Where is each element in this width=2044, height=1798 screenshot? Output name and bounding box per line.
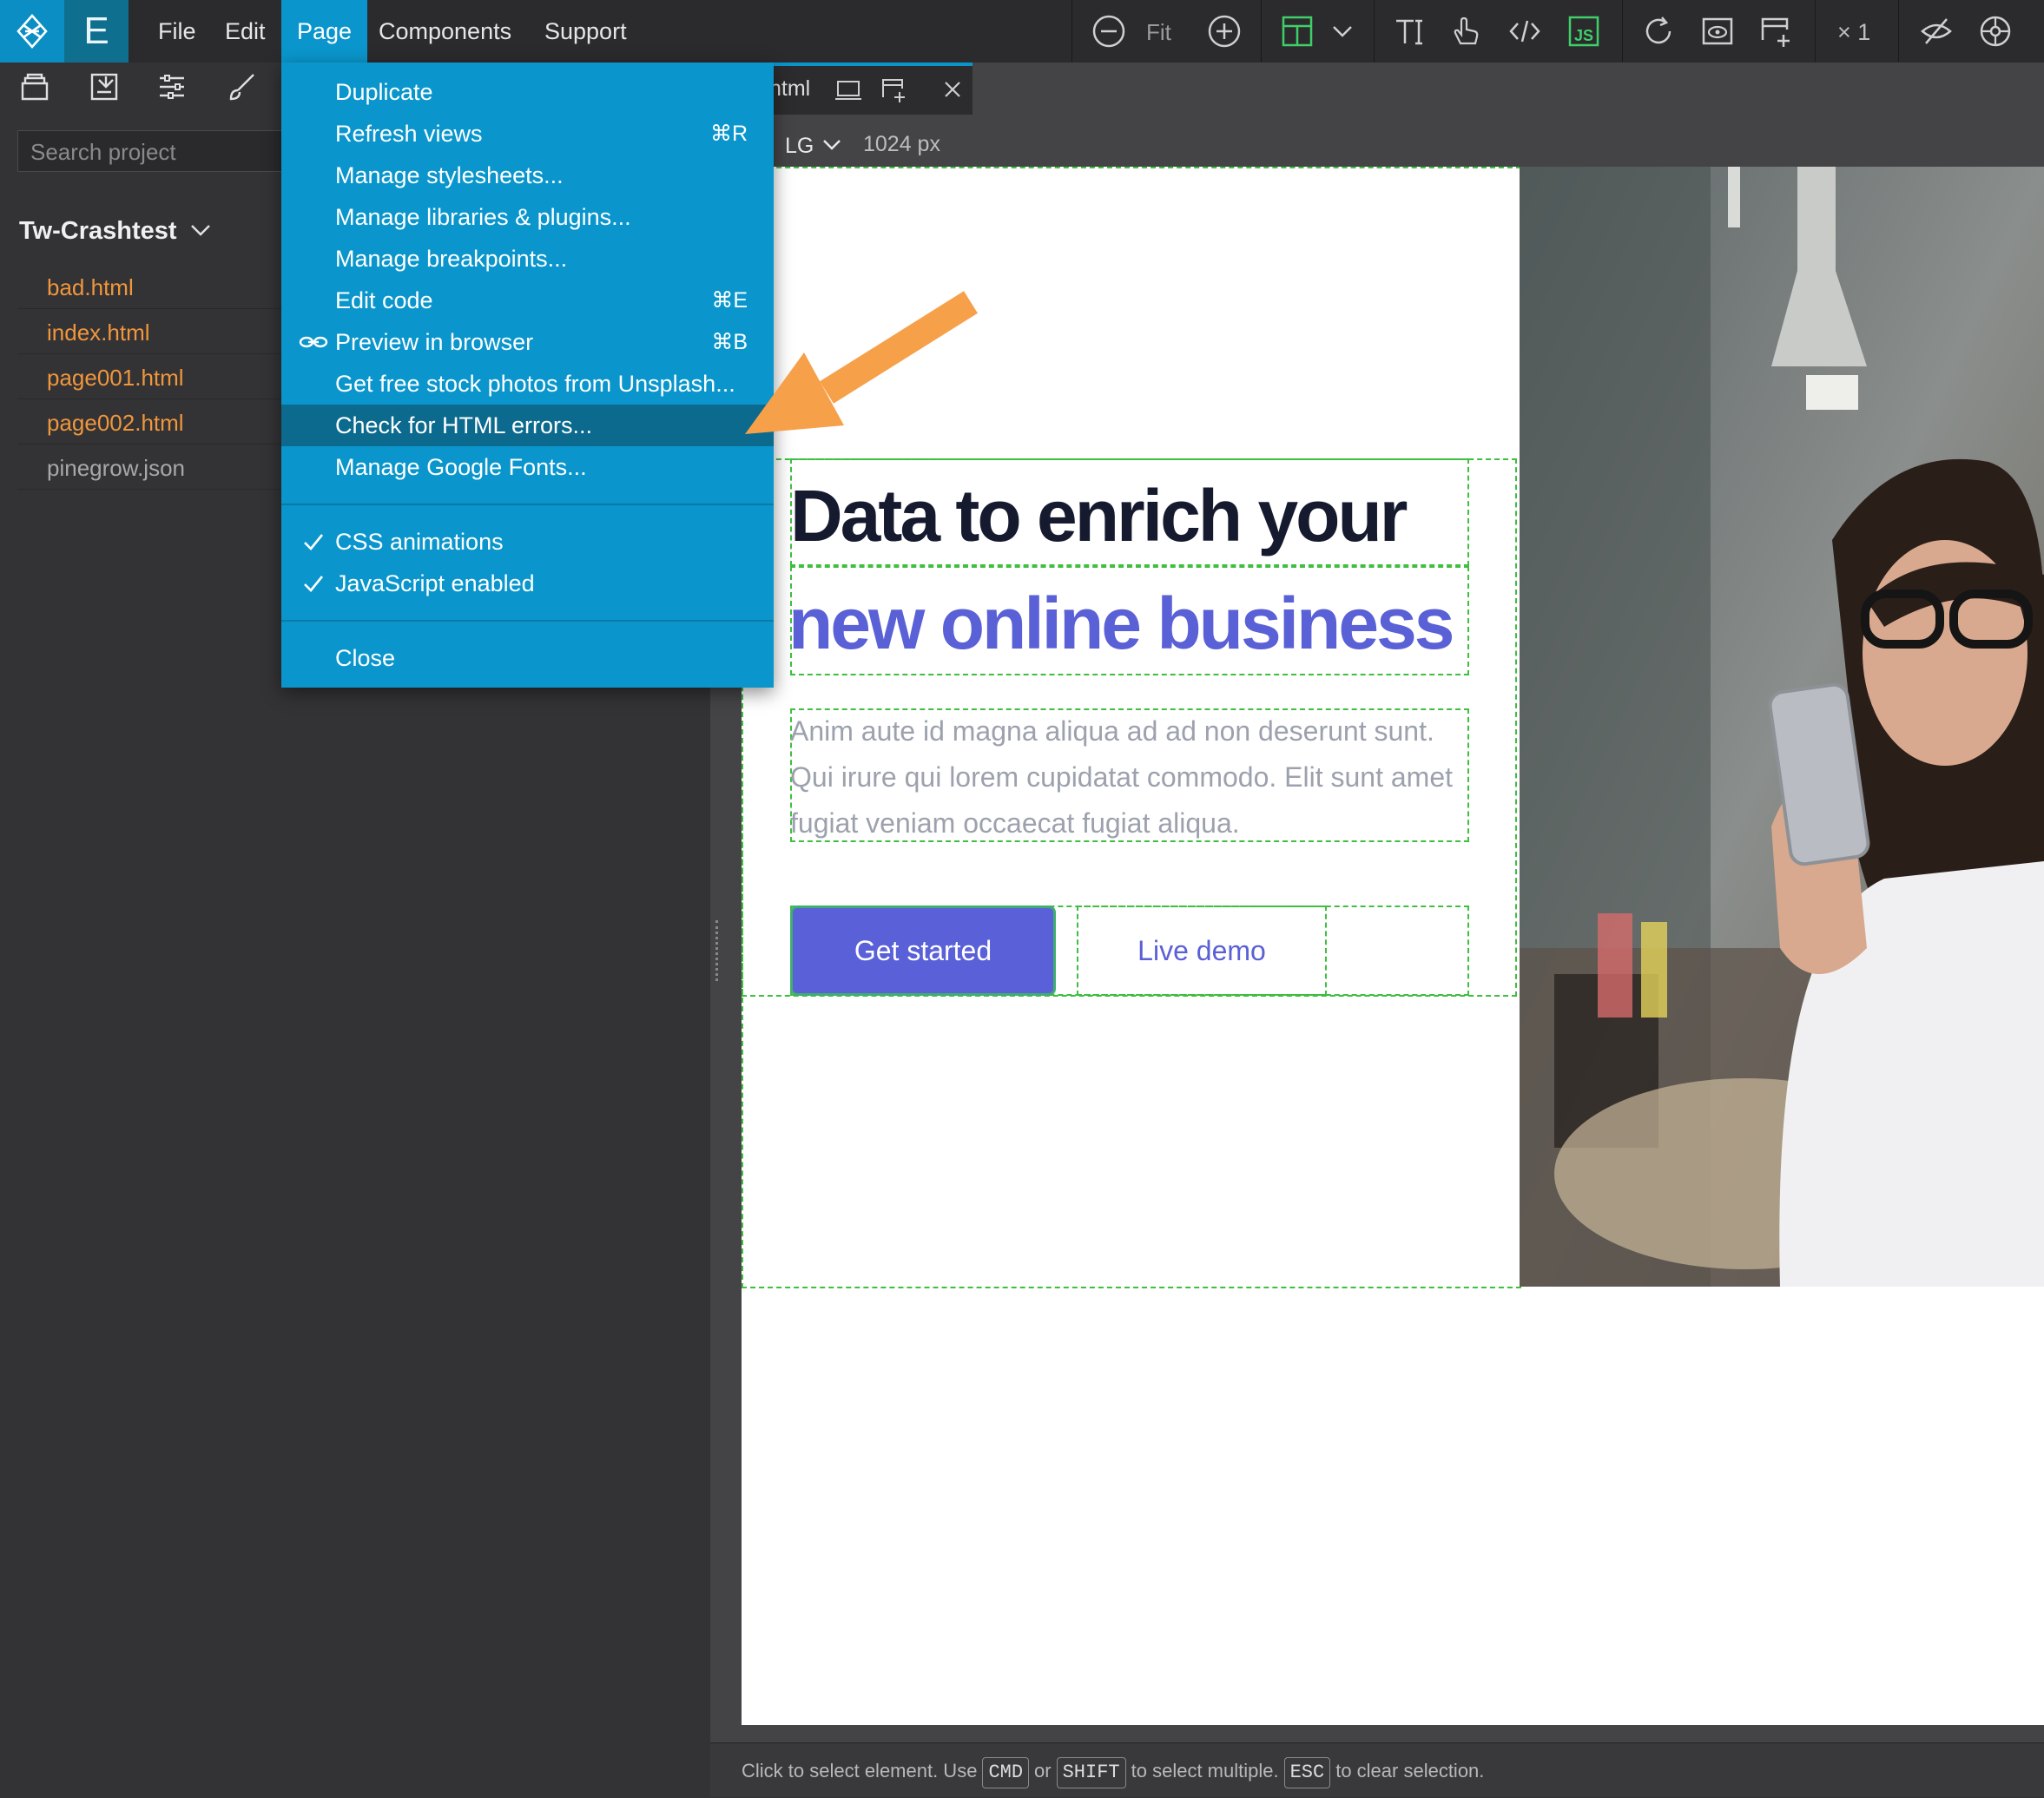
- zoom-in-icon[interactable]: [1205, 12, 1243, 50]
- menu-edit[interactable]: Edit: [209, 0, 281, 63]
- file-item[interactable]: index.html: [17, 311, 295, 354]
- get-started-button[interactable]: Get started: [790, 906, 1056, 996]
- menu-item-manage-stylesheets[interactable]: Manage stylesheets...: [281, 155, 774, 196]
- file-item[interactable]: page002.html: [17, 401, 295, 445]
- annotation-arrow: [729, 286, 990, 456]
- checkmark-icon: [304, 576, 324, 592]
- link-icon: [299, 336, 328, 348]
- shift-key: SHIFT: [1056, 1757, 1126, 1788]
- zoom-out-icon[interactable]: [1090, 12, 1128, 50]
- menu-item-edit-code[interactable]: Edit code ⌘E: [281, 280, 774, 321]
- svg-text:JS: JS: [1574, 27, 1593, 44]
- style-brush-icon[interactable]: [226, 71, 260, 106]
- tab-label: ntml: [769, 76, 811, 101]
- menu-toggle-javascript[interactable]: JavaScript enabled: [281, 563, 774, 604]
- file-item[interactable]: pinegrow.json: [17, 446, 295, 490]
- layout-grid-icon[interactable]: [1278, 12, 1316, 50]
- status-text: Click to select element. Use: [742, 1760, 978, 1782]
- hero-heading-line2[interactable]: new online business: [788, 582, 1455, 666]
- hide-eye-icon[interactable]: [1917, 12, 1955, 50]
- project-name[interactable]: Tw-Crashtest: [19, 217, 212, 246]
- hero-image[interactable]: [1520, 167, 2044, 1287]
- chevron-down-icon[interactable]: [1323, 12, 1362, 50]
- menu-page[interactable]: Page: [281, 0, 368, 63]
- preview-eye-icon[interactable]: [1698, 12, 1737, 50]
- project-title: Tw-Crashtest: [19, 217, 177, 245]
- toolbar-divider: [1622, 0, 1623, 63]
- code-view-icon[interactable]: [1506, 12, 1544, 50]
- esc-key: ESC: [1283, 1757, 1331, 1788]
- woman-with-phone-photo: [1520, 167, 2044, 1287]
- settings-wheel-icon[interactable]: [1976, 12, 2014, 50]
- text-edit-icon[interactable]: [1389, 12, 1428, 50]
- toolbar-divider: [1071, 0, 1072, 63]
- cmd-key: CMD: [982, 1757, 1030, 1788]
- menu-support[interactable]: Support: [529, 0, 643, 63]
- mode-letter: E: [83, 10, 109, 52]
- page-tab[interactable]: ntml: [764, 63, 973, 115]
- menu-divider: [281, 504, 774, 505]
- menu-toggle-css-animations[interactable]: CSS animations: [281, 521, 774, 563]
- breakpoint-select[interactable]: LG: [785, 134, 814, 159]
- toolbar-divider: [1815, 0, 1816, 63]
- menu-divider: [281, 620, 774, 622]
- multiplier-label[interactable]: × 1: [1837, 19, 1870, 46]
- hero-paragraph[interactable]: Anim aute id magna aliqua ad ad non dese…: [790, 708, 1467, 846]
- close-icon[interactable]: [943, 80, 962, 99]
- javascript-icon[interactable]: JS: [1565, 12, 1603, 50]
- resize-handle[interactable]: [715, 920, 723, 981]
- device-icon[interactable]: [835, 78, 861, 102]
- toolbar-divider: [1898, 0, 1899, 63]
- checkmark-icon: [304, 534, 324, 550]
- add-page-icon[interactable]: [1757, 12, 1796, 50]
- chevron-down-icon: [190, 225, 210, 236]
- menu-components[interactable]: Components: [363, 0, 527, 63]
- menu-item-unsplash-photos[interactable]: Get free stock photos from Unsplash...: [281, 363, 774, 405]
- library-icon[interactable]: [19, 71, 54, 106]
- status-text: or: [1034, 1760, 1052, 1782]
- editor-mode-button[interactable]: E: [64, 0, 129, 63]
- menu-item-manage-google-fonts[interactable]: Manage Google Fonts...: [281, 446, 774, 488]
- zoom-fit-button[interactable]: Fit: [1146, 19, 1171, 46]
- menu-item-manage-libraries[interactable]: Manage libraries & plugins...: [281, 196, 774, 238]
- file-item[interactable]: page001.html: [17, 356, 295, 399]
- search-project-input[interactable]: Search project: [17, 130, 287, 172]
- menu-item-duplicate[interactable]: Duplicate: [281, 71, 774, 113]
- add-view-icon[interactable]: [880, 76, 908, 104]
- live-demo-button[interactable]: Live demo: [1077, 906, 1327, 996]
- page-menu-dropdown: Duplicate Refresh views ⌘R Manage stylesh…: [281, 63, 774, 688]
- status-bar: Click to select element. Use CMD or SHIFT to…: [710, 1742, 2044, 1797]
- properties-sliders-icon[interactable]: [156, 71, 191, 106]
- status-text: to clear selection.: [1335, 1760, 1485, 1782]
- hero-heading-line1[interactable]: Data to enrich your: [790, 474, 1408, 558]
- pinegrow-logo-icon[interactable]: [0, 0, 64, 63]
- toolbar-divider: [1374, 0, 1375, 63]
- interact-hand-icon[interactable]: [1447, 12, 1485, 50]
- menu-item-refresh-views[interactable]: Refresh views ⌘R: [281, 113, 774, 155]
- refresh-icon[interactable]: [1639, 12, 1678, 50]
- chevron-down-icon[interactable]: [821, 137, 842, 153]
- menu-item-close[interactable]: Close: [281, 637, 774, 679]
- import-icon[interactable]: [89, 71, 123, 106]
- menu-file[interactable]: File: [142, 0, 212, 63]
- file-item[interactable]: bad.html: [17, 266, 295, 309]
- menu-item-check-html-errors[interactable]: Check for HTML errors...: [281, 405, 774, 446]
- viewport-width: 1024 px: [863, 132, 940, 156]
- menu-item-preview-in-browser[interactable]: Preview in browser ⌘B: [281, 321, 774, 363]
- toolbar-divider: [1261, 0, 1262, 63]
- menu-item-manage-breakpoints[interactable]: Manage breakpoints...: [281, 238, 774, 280]
- status-text: to select multiple.: [1131, 1760, 1279, 1782]
